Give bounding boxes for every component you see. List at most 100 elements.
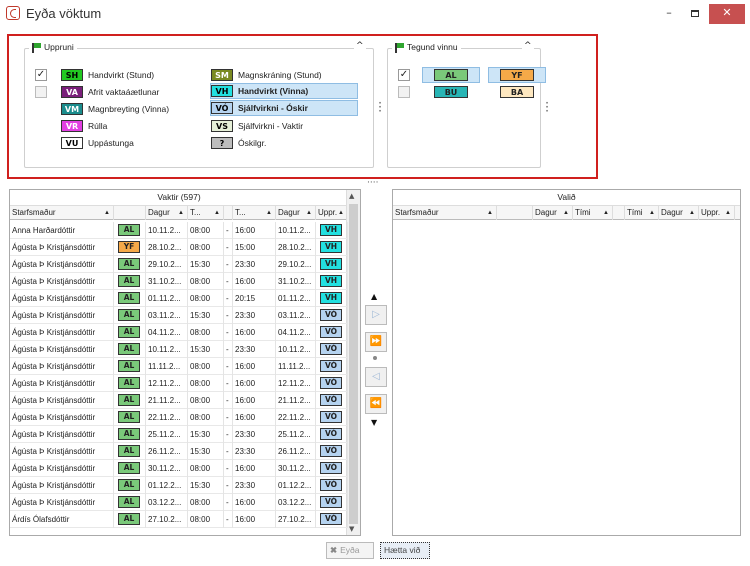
shifts-col-header[interactable]	[114, 206, 146, 220]
shifts-col-header[interactable]: Dagur ▲	[146, 206, 188, 220]
worktype-checkbox[interactable]: ✓	[398, 69, 410, 81]
date1-cell: 03.11.2...	[146, 307, 188, 324]
table-row[interactable]: Ágústa Þ Kristjánsdóttir AL 03.11.2... 15:3…	[10, 307, 348, 324]
t1-cell: 08:00	[188, 239, 224, 256]
type-cell: YF	[114, 239, 146, 256]
shifts-col-header[interactable]: Dagur ▲	[276, 206, 316, 220]
selected-grid-title: Valið	[557, 192, 576, 202]
table-row[interactable]: Ágústa Þ Kristjánsdóttir AL 29.10.2... 15:3…	[10, 256, 348, 273]
shifts-col-header[interactable]: Uppr. ▲	[316, 206, 348, 220]
table-row[interactable]: Ágústa Þ Kristjánsdóttir AL 22.11.2... 08:0…	[10, 409, 348, 426]
close-button[interactable]: ✕	[709, 4, 745, 24]
table-row[interactable]: Ágústa Þ Kristjánsdóttir AL 04.11.2... 08:0…	[10, 324, 348, 341]
title-bar: Eyða vöktum – ✕	[0, 0, 750, 30]
table-row[interactable]: Ágústa Þ Kristjánsdóttir AL 01.11.2... 08:0…	[10, 290, 348, 307]
t2-cell: 23:30	[233, 256, 276, 273]
maximize-button[interactable]	[682, 4, 708, 24]
origin-code-badge: VM	[61, 103, 83, 115]
add-all-button[interactable]: ⏩	[365, 332, 387, 352]
window-title: Eyða vöktum	[26, 6, 102, 21]
table-row[interactable]: Ágústa Þ Kristjánsdóttir AL 11.11.2... 08:0…	[10, 358, 348, 375]
table-row[interactable]: Árdís Ólafsdóttir AL 27.10.2... 08:00-16:00…	[10, 511, 348, 528]
splitter-handle[interactable]: ····	[367, 178, 378, 188]
scroll-down-icon[interactable]: ▼	[349, 525, 354, 533]
selected-col-header[interactable]	[613, 206, 625, 220]
origin-badge: VÓ	[320, 309, 342, 321]
table-row[interactable]: Ágústa Þ Kristjánsdóttir AL 30.11.2... 08:0…	[10, 460, 348, 477]
origin-badge: VH	[320, 224, 342, 236]
t1-cell: 08:00	[188, 375, 224, 392]
group-menu-icon[interactable]: · · ·	[378, 97, 382, 117]
selected-col-header[interactable]	[497, 206, 533, 220]
origin-item-7[interactable]: VÓ Sjálfvirkni - Óskir	[210, 100, 358, 116]
shifts-scrollbar[interactable]: ▲ ▼	[346, 190, 360, 535]
origin-item-4[interactable]: VU Uppástunga	[61, 135, 134, 151]
move-up-icon[interactable]: ▲	[371, 292, 377, 301]
table-row[interactable]: Ágústa Þ Kristjánsdóttir AL 21.11.2... 08:0…	[10, 392, 348, 409]
date2-cell: 10.11.2...	[276, 222, 316, 239]
worktype-item[interactable]: BU	[422, 84, 480, 100]
remove-selected-button[interactable]: ◁	[365, 367, 387, 387]
table-row[interactable]: Anna Harðardóttir AL 10.11.2... 08:00-16:00…	[10, 222, 348, 239]
selected-col-header[interactable]: Tími ▲	[573, 206, 613, 220]
origin-cell: VÓ	[316, 477, 348, 494]
origin-item-8[interactable]: VS Sjálfvirkni - Vaktir	[211, 118, 303, 134]
origin-checkbox[interactable]: ✓	[35, 69, 47, 81]
collapse-worktype-icon[interactable]: ^	[522, 41, 534, 51]
remove-all-button[interactable]: ⏪	[365, 394, 387, 414]
cancel-button[interactable]: Hætta við	[380, 542, 430, 559]
minimize-button[interactable]: –	[656, 4, 682, 24]
name-cell: Ágústa Þ Kristjánsdóttir	[10, 239, 114, 256]
origin-checkbox[interactable]	[35, 86, 47, 98]
table-row[interactable]: Ágústa Þ Kristjánsdóttir YF 28.10.2... 08:0…	[10, 239, 348, 256]
shifts-col-header[interactable]: T... ▲	[233, 206, 276, 220]
selected-col-header[interactable]: Dagur ▲	[533, 206, 573, 220]
move-down-icon[interactable]: ▼	[371, 418, 377, 427]
type-badge: AL	[118, 428, 140, 440]
origin-item-0[interactable]: SH Handvirkt (Stund)	[61, 67, 154, 83]
shifts-col-header[interactable]: Starfsmaður ▲	[10, 206, 114, 220]
table-row[interactable]: Ágústa Þ Kristjánsdóttir AL 26.11.2... 15:3…	[10, 443, 348, 460]
collapse-origin-icon[interactable]: ^	[354, 41, 366, 51]
worktype-item[interactable]: AL	[422, 67, 480, 83]
selected-col-header[interactable]: Dagur ▲	[659, 206, 699, 220]
selected-col-header[interactable]: Tími ▲	[625, 206, 659, 220]
date1-cell: 30.11.2...	[146, 460, 188, 477]
delete-button[interactable]: ✖ Eyða	[326, 542, 374, 559]
selected-header-row: Starfsmaður ▲ Dagur ▲ Tími ▲ Tími ▲ Dagur ▲ U…	[393, 205, 740, 220]
t2-cell: 23:30	[233, 443, 276, 460]
worktype-item[interactable]: YF	[488, 67, 546, 83]
table-row[interactable]: Ágústa Þ Kristjánsdóttir AL 03.12.2... 08:0…	[10, 494, 348, 511]
group-menu-icon[interactable]: · · ·	[545, 97, 549, 117]
origin-item-label: Sjálfvirkni - Vaktir	[238, 121, 304, 131]
table-row[interactable]: Ágústa Þ Kristjánsdóttir AL 10.11.2... 15:3…	[10, 341, 348, 358]
type-badge: AL	[118, 462, 140, 474]
shifts-col-header[interactable]: T... ▲	[188, 206, 224, 220]
selected-col-label: Tími	[575, 208, 591, 217]
selected-col-header[interactable]: Uppr. ▲	[699, 206, 735, 220]
origin-item-2[interactable]: VM Magnbreyting (Vinna)	[61, 101, 169, 117]
scroll-up-icon[interactable]: ▲	[349, 192, 354, 200]
selected-grid: Valið Starfsmaður ▲ Dagur ▲ Tími ▲ Tími ▲ Da…	[392, 189, 741, 536]
table-row[interactable]: Ágústa Þ Kristjánsdóttir AL 01.12.2... 15:3…	[10, 477, 348, 494]
worktype-checkbox[interactable]	[398, 86, 410, 98]
shifts-col-header[interactable]	[224, 206, 233, 220]
date1-cell: 04.11.2...	[146, 324, 188, 341]
origin-item-6[interactable]: VH Handvirkt (Vinna)	[210, 83, 358, 99]
table-row[interactable]: Ágústa Þ Kristjánsdóttir AL 31.10.2... 08:0…	[10, 273, 348, 290]
t2-cell: 16:00	[233, 273, 276, 290]
add-selected-button[interactable]: ▷	[365, 305, 387, 325]
table-row[interactable]: Ágústa Þ Kristjánsdóttir AL 25.11.2... 15:3…	[10, 426, 348, 443]
worktype-item[interactable]: BA	[488, 84, 546, 100]
scroll-thumb[interactable]	[349, 204, 358, 524]
origin-item-1[interactable]: VA Afrit vaktaáætlunar	[61, 84, 159, 100]
type-cell: AL	[114, 290, 146, 307]
date2-cell: 29.10.2...	[276, 256, 316, 273]
table-row[interactable]: Ágústa Þ Kristjánsdóttir AL 12.11.2... 08:0…	[10, 375, 348, 392]
origin-item-9[interactable]: ? Óskilgr.	[211, 135, 266, 151]
origin-badge: VÓ	[320, 360, 342, 372]
t1-cell: 08:00	[188, 392, 224, 409]
origin-item-3[interactable]: VR Rúlla	[61, 118, 107, 134]
selected-col-header[interactable]: Starfsmaður ▲	[393, 206, 497, 220]
origin-item-5[interactable]: SM Magnskráning (Stund)	[211, 67, 322, 83]
